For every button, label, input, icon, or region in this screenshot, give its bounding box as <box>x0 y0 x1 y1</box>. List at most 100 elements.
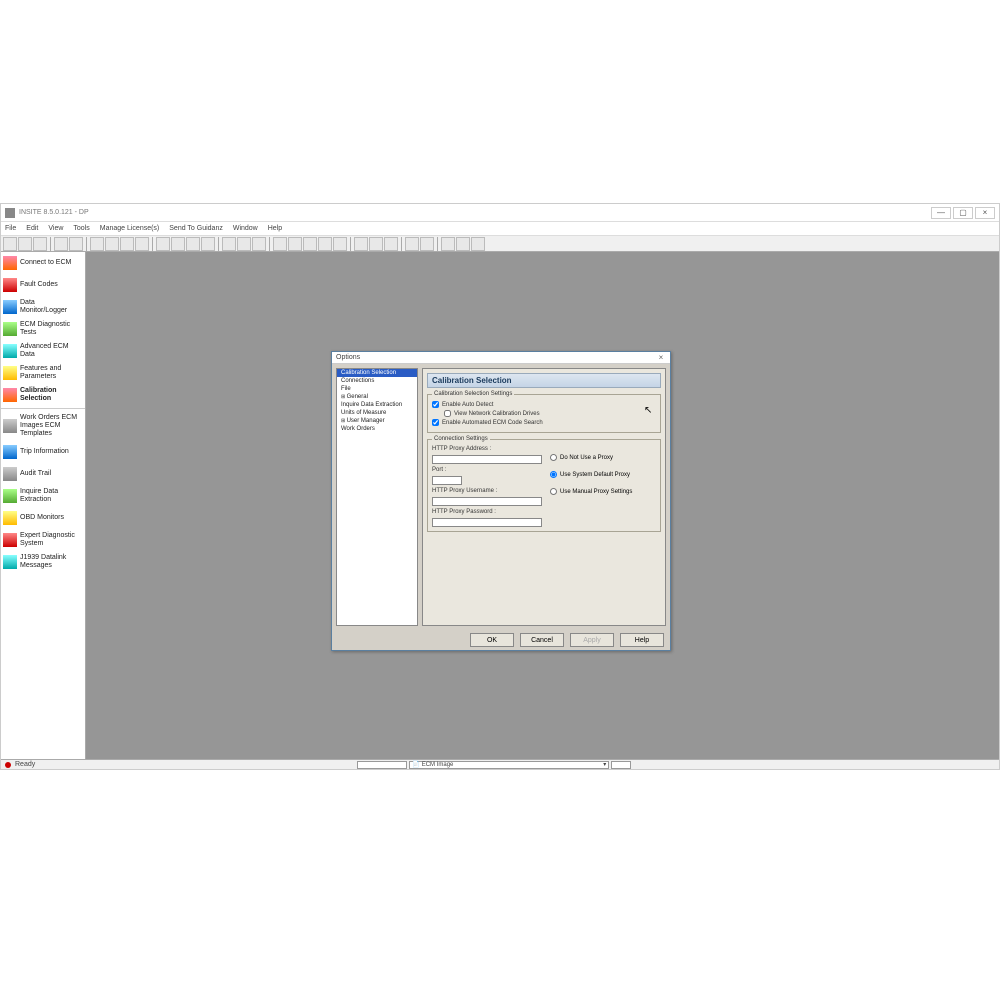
toolbar-button[interactable] <box>171 237 185 251</box>
toolbar-button[interactable] <box>405 237 419 251</box>
menu-tools[interactable]: Tools <box>73 225 89 232</box>
warning-icon <box>3 278 17 292</box>
title-bar: INSITE 8.5.0.121 - DP — ▢ × <box>1 204 999 222</box>
menu-help[interactable]: Help <box>268 225 282 232</box>
toolbar-button[interactable] <box>318 237 332 251</box>
tree-item-connections[interactable]: Connections <box>337 377 417 385</box>
close-button[interactable]: × <box>975 207 995 219</box>
sidebar-item-obd-monitors[interactable]: OBD Monitors <box>1 507 85 529</box>
menu-view[interactable]: View <box>48 225 63 232</box>
sidebar-item-trip-info[interactable]: Trip Information <box>1 441 85 463</box>
status-text: Ready <box>15 761 35 768</box>
help-button[interactable]: Help <box>620 633 664 647</box>
toolbar-button[interactable] <box>252 237 266 251</box>
tree-item-inquire[interactable]: Inquire Data Extraction <box>337 401 417 409</box>
tree-item-file[interactable]: File <box>337 385 417 393</box>
toolbar-button[interactable] <box>18 237 32 251</box>
sidebar-item-features[interactable]: Features and Parameters <box>1 362 85 384</box>
sidebar-item-inquire-data[interactable]: Inquire Data Extraction <box>1 485 85 507</box>
tree-item-user-manager[interactable]: User Manager <box>337 417 417 425</box>
menu-file[interactable]: File <box>5 225 16 232</box>
sidebar-item-expert-diag[interactable]: Expert Diagnostic System <box>1 529 85 551</box>
toolbar-button[interactable] <box>90 237 104 251</box>
status-dot-icon <box>5 762 11 768</box>
minimize-button[interactable]: — <box>931 207 951 219</box>
options-panel: Calibration Selection Calibration Select… <box>422 368 666 626</box>
toolbar-button[interactable] <box>222 237 236 251</box>
monitor-icon <box>3 300 17 314</box>
toolbar-button[interactable] <box>105 237 119 251</box>
options-tree: Calibration Selection Connections File G… <box>336 368 418 626</box>
system-proxy-radio[interactable] <box>550 471 557 478</box>
extract-icon <box>3 489 17 503</box>
menu-window[interactable]: Window <box>233 225 258 232</box>
toolbar-button[interactable] <box>333 237 347 251</box>
sidebar-item-ecm-diagnostic[interactable]: ECM Diagnostic Tests <box>1 318 85 340</box>
toolbar-button[interactable] <box>54 237 68 251</box>
sidebar: Connect to ECM Fault Codes Data Monitor/… <box>1 252 86 759</box>
toolbar-button[interactable] <box>420 237 434 251</box>
group-legend: Calibration Selection Settings <box>432 391 514 397</box>
sidebar-item-connect-ecm[interactable]: Connect to ECM <box>1 252 85 274</box>
tree-item-calibration[interactable]: Calibration Selection <box>337 369 417 377</box>
toolbar-button[interactable] <box>303 237 317 251</box>
toolbar-button[interactable] <box>384 237 398 251</box>
toolbar-button[interactable] <box>441 237 455 251</box>
sidebar-item-audit-trail[interactable]: Audit Trail <box>1 463 85 485</box>
toolbar-button[interactable] <box>156 237 170 251</box>
status-box <box>357 761 407 769</box>
tree-item-work-orders[interactable]: Work Orders <box>337 425 417 433</box>
gear-icon <box>3 366 17 380</box>
toolbar-button[interactable] <box>201 237 215 251</box>
toolbar-button[interactable] <box>135 237 149 251</box>
toolbar-button[interactable] <box>273 237 287 251</box>
app-title: INSITE 8.5.0.121 - DP <box>19 209 929 216</box>
sidebar-item-j1939[interactable]: J1939 Datalink Messages <box>1 551 85 573</box>
maximize-button[interactable]: ▢ <box>953 207 973 219</box>
sidebar-item-calibration[interactable]: Calibration Selection <box>1 384 85 406</box>
status-box <box>611 761 631 769</box>
toolbar-button[interactable] <box>120 237 134 251</box>
view-network-drives-checkbox[interactable] <box>444 410 451 417</box>
toolbar-button[interactable] <box>33 237 47 251</box>
sidebar-item-fault-codes[interactable]: Fault Codes <box>1 274 85 296</box>
proxy-password-input[interactable] <box>432 518 542 527</box>
toolbar-button[interactable] <box>471 237 485 251</box>
toolbar-button[interactable] <box>69 237 83 251</box>
close-icon[interactable]: × <box>656 353 666 363</box>
toolbar-button[interactable] <box>237 237 251 251</box>
toolbar-button[interactable] <box>369 237 383 251</box>
tree-item-units[interactable]: Units of Measure <box>337 409 417 417</box>
sidebar-item-data-monitor[interactable]: Data Monitor/Logger <box>1 296 85 318</box>
port-input[interactable] <box>432 476 462 485</box>
toolbar-button[interactable] <box>3 237 17 251</box>
group-legend: Connection Settings <box>432 436 490 442</box>
cancel-button[interactable]: Cancel <box>520 633 564 647</box>
apply-button[interactable]: Apply <box>570 633 614 647</box>
calibration-icon <box>3 388 17 402</box>
status-dropdown[interactable]: 📄ECM Image▾ <box>409 761 609 769</box>
proxy-address-input[interactable] <box>432 455 542 464</box>
app-icon <box>5 208 15 218</box>
toolbar-button[interactable] <box>186 237 200 251</box>
menu-manage-license[interactable]: Manage License(s) <box>100 225 160 232</box>
ok-button[interactable]: OK <box>470 633 514 647</box>
toolbar-button[interactable] <box>354 237 368 251</box>
toolbar-button[interactable] <box>288 237 302 251</box>
toolbar-button[interactable] <box>456 237 470 251</box>
tree-item-general[interactable]: General <box>337 393 417 401</box>
datalink-icon <box>3 555 17 569</box>
enable-auto-detect-checkbox[interactable] <box>432 401 439 408</box>
menu-send-to-guidanz[interactable]: Send To Guidanz <box>169 225 223 232</box>
diagnostic-icon <box>3 322 17 336</box>
obd-icon <box>3 511 17 525</box>
manual-proxy-radio[interactable] <box>550 488 557 495</box>
expert-icon <box>3 533 17 547</box>
options-dialog: Options × Calibration Selection Connecti… <box>331 351 671 651</box>
proxy-username-input[interactable] <box>432 497 542 506</box>
enable-ecm-code-search-checkbox[interactable] <box>432 419 439 426</box>
sidebar-item-work-orders[interactable]: Work Orders ECM Images ECM Templates <box>1 411 85 441</box>
menu-edit[interactable]: Edit <box>26 225 38 232</box>
no-proxy-radio[interactable] <box>550 454 557 461</box>
sidebar-item-advanced-ecm[interactable]: Advanced ECM Data <box>1 340 85 362</box>
